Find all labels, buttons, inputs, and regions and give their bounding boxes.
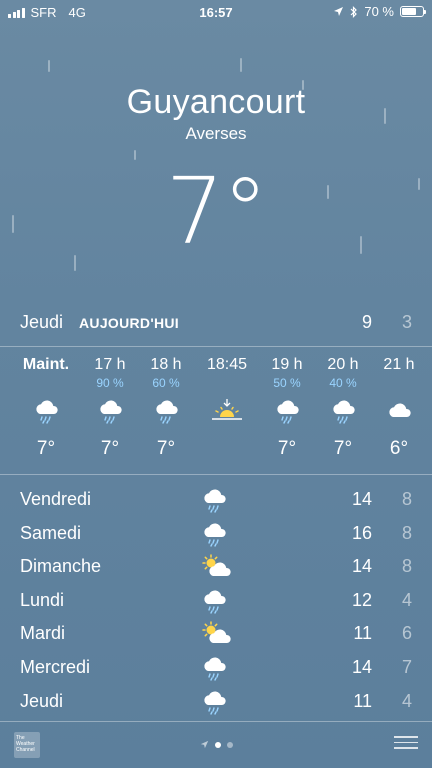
hourly-item: 17 h 90 % 7° <box>83 356 137 460</box>
status-bar: SFR 4G 16:57 70 % <box>0 0 432 24</box>
hour-time: 21 h <box>383 356 415 373</box>
precip-chance: 60 % <box>152 376 180 390</box>
hourly-item: 18 h 60 % 7° <box>139 356 193 460</box>
day-name: Mardi <box>20 623 66 644</box>
day-name: Vendredi <box>20 489 92 509</box>
battery-percent: 70 % <box>364 4 394 19</box>
today-day: Jeudi <box>20 312 64 332</box>
sunset-icon <box>200 392 254 430</box>
day-high: 14 <box>351 489 372 509</box>
rain-cloud-icon <box>202 487 226 518</box>
hour-time: 20 h <box>327 356 359 373</box>
precip-chance: 40 % <box>329 376 357 390</box>
today-high: 9 <box>361 312 372 332</box>
rain-cloud-icon <box>316 392 370 430</box>
current-temperature: 7° <box>165 158 269 265</box>
bottom-bar: The Weather Channel <box>0 722 432 768</box>
today-low: 3 <box>401 312 412 332</box>
rain-cloud-icon <box>202 655 226 686</box>
hour-time: 17 h <box>94 356 126 373</box>
today-summary: Jeudi AUJOURD'HUI 9 3 <box>20 312 412 336</box>
hourly-item: 19 h 50 % 7° <box>260 356 314 460</box>
city-name: Guyancourt <box>126 83 306 121</box>
daily-row: Samedi 16 8 <box>20 517 412 551</box>
precip-chance <box>200 376 254 392</box>
rain-cloud-icon <box>260 392 314 430</box>
day-high: 14 <box>351 556 372 577</box>
daily-row: Mardi 11 6 <box>20 617 412 651</box>
today-label: AUJOURD'HUI <box>79 315 179 331</box>
day-low: 4 <box>401 690 412 711</box>
daily-row: Lundi 12 4 <box>20 584 412 618</box>
hourly-item: 21 h 6° <box>372 356 426 460</box>
day-low: 7 <box>401 656 412 677</box>
daily-forecast[interactable]: Vendredi 14 8 Samedi 16 8 Dimanche 14 8 Lundi 12 4 M… <box>20 483 412 718</box>
page-dot <box>214 741 221 748</box>
partly-sunny-icon <box>202 621 232 650</box>
daily-row: Jeudi 11 4 <box>20 685 412 719</box>
rain-cloud-icon <box>139 392 193 430</box>
page-dot <box>226 741 233 748</box>
precip-chance: 90 % <box>96 376 124 390</box>
day-low: 8 <box>401 522 412 543</box>
hour-temperature: 7° <box>36 438 56 459</box>
day-name: Samedi <box>20 522 82 543</box>
daily-row: Vendredi 14 8 <box>20 483 412 517</box>
day-name: Lundi <box>20 589 65 610</box>
hour-time: 18 h <box>150 356 182 373</box>
precip-chance: 50 % <box>273 376 301 390</box>
weather-condition: Averses <box>185 124 247 143</box>
hour-time: 19 h <box>271 356 303 373</box>
day-high: 11 <box>353 623 372 644</box>
precip-chance <box>19 376 73 392</box>
daily-row: Dimanche 14 8 <box>20 550 412 584</box>
hour-temperature: 7° <box>100 438 120 459</box>
day-high: 16 <box>351 522 372 543</box>
day-high: 12 <box>351 589 372 610</box>
day-name: Mercredi <box>20 656 91 677</box>
city-list-icon[interactable] <box>394 736 418 752</box>
daily-row: Mercredi 14 7 <box>20 651 412 685</box>
rain-cloud-icon <box>202 588 226 619</box>
cloud-icon <box>372 392 426 430</box>
hour-temperature: 6° <box>389 438 409 459</box>
location-arrow-icon <box>200 740 208 749</box>
day-name: Dimanche <box>20 556 102 577</box>
rain-cloud-icon <box>202 689 226 720</box>
hourly-item: Maint. 7° <box>19 356 73 460</box>
day-low: 8 <box>401 556 412 577</box>
day-low: 6 <box>401 623 412 644</box>
hourly-item: 18:45 <box>200 356 254 438</box>
partly-sunny-icon <box>202 554 232 583</box>
location-arrow-icon <box>334 7 344 16</box>
rain-cloud-icon <box>202 521 226 552</box>
day-low: 8 <box>401 489 412 509</box>
day-high: 14 <box>351 656 372 677</box>
page-indicator[interactable] <box>0 740 432 749</box>
day-name: Jeudi <box>20 690 64 711</box>
hourly-item: 20 h 40 % 7° <box>316 356 370 460</box>
day-low: 4 <box>401 589 412 610</box>
precip-chance <box>372 376 426 392</box>
divider <box>0 346 432 347</box>
hour-time: Maint. <box>22 356 70 373</box>
bluetooth-icon <box>350 5 358 18</box>
hour-temperature: 7° <box>156 438 176 459</box>
battery-icon <box>400 6 426 17</box>
divider <box>0 474 432 475</box>
rain-cloud-icon <box>19 392 73 430</box>
hour-time: 18:45 <box>206 356 248 373</box>
hour-temperature: 7° <box>333 438 353 459</box>
day-high: 11 <box>353 690 372 711</box>
rain-cloud-icon <box>83 392 137 430</box>
hour-temperature: 7° <box>277 438 297 459</box>
